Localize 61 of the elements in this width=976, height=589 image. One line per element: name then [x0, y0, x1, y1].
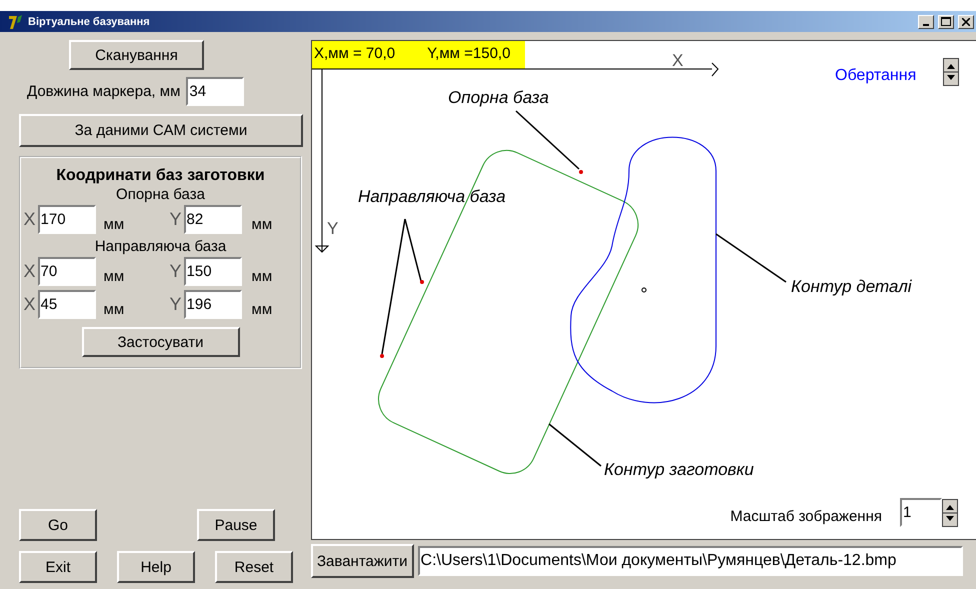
section-title: Опорна база [116, 186, 205, 203]
axis-label: X [24, 294, 36, 315]
leader-line [548, 423, 602, 467]
maximize-icon [941, 17, 951, 26]
base-point [380, 354, 384, 358]
center-point [642, 288, 646, 292]
control-button[interactable]: Exit [19, 551, 97, 583]
cam-data-button[interactable]: За даними САМ системи [19, 114, 303, 147]
base-point [579, 170, 583, 174]
minimize-icon [923, 24, 929, 26]
spinner[interactable] [943, 58, 959, 86]
group-title: Коодринати баз заготовки [56, 167, 265, 185]
marker-length-label: Довжина маркера, мм [27, 83, 180, 100]
unit-label: мм [104, 216, 126, 233]
close-icon [962, 18, 970, 26]
unit-label: мм [104, 301, 126, 318]
annotation-label: Контур деталі [791, 277, 912, 297]
scan-button[interactable]: Сканування [69, 40, 204, 70]
control-button[interactable]: Reset [215, 551, 293, 583]
unit-label: мм [252, 268, 272, 285]
axis-label: X [24, 261, 36, 282]
unit-label: мм [252, 301, 272, 318]
leader-line [716, 233, 786, 283]
x-coordinate-field[interactable]: 45 [38, 290, 96, 319]
x-axis-label: X [672, 51, 684, 71]
scale-field[interactable]: 1 [900, 498, 942, 527]
unit-label: мм [104, 268, 126, 285]
rotation-label: Обертання [835, 67, 916, 85]
annotation-label: Контур заготовки [604, 460, 754, 480]
y-coordinate-field[interactable]: 196 [184, 290, 242, 319]
y-axis-label: Y [327, 219, 338, 239]
unit-label: мм [252, 216, 272, 233]
minimize-button[interactable] [918, 14, 934, 28]
section-title: Направляюча база [94, 238, 226, 255]
apply-button[interactable]: Застосувати [82, 327, 240, 357]
maximize-button[interactable] [938, 14, 954, 28]
scale-label: Масштаб зображення [730, 508, 882, 525]
annotation-label: Направляюча база [358, 187, 506, 207]
readout-value: Y,мм =150,0 [427, 45, 510, 64]
y-coordinate-field[interactable]: 150 [184, 257, 242, 286]
y-coordinate-field[interactable]: 82 [184, 205, 242, 234]
base-point [420, 280, 424, 284]
window-title: Віртуальне базування [28, 16, 151, 28]
control-button[interactable]: Help [117, 551, 195, 583]
app-icon [8, 14, 24, 30]
load-button[interactable]: Завантажити [311, 544, 414, 578]
control-button[interactable]: Pause [197, 509, 275, 541]
spinner[interactable] [942, 498, 958, 526]
axis-label: Y [170, 294, 182, 315]
axis-label: X [24, 209, 36, 230]
control-button[interactable]: Go [19, 509, 97, 541]
axis-label: Y [170, 209, 182, 230]
axis-label: Y [170, 261, 182, 282]
x-coordinate-field[interactable]: 70 [38, 257, 96, 286]
file-path-field[interactable]: C:\Users\1\Documents\Мои документы\Румянцев\Деталь-12.bmp [418, 546, 963, 576]
annotation-label: Опорна база [448, 88, 549, 108]
x-coordinate-field[interactable]: 170 [38, 205, 96, 234]
readout-value: X,мм = 70,0 [314, 45, 396, 64]
marker-length-field[interactable]: 34 [186, 77, 244, 106]
close-button[interactable] [958, 14, 974, 28]
leader-line [516, 110, 580, 170]
